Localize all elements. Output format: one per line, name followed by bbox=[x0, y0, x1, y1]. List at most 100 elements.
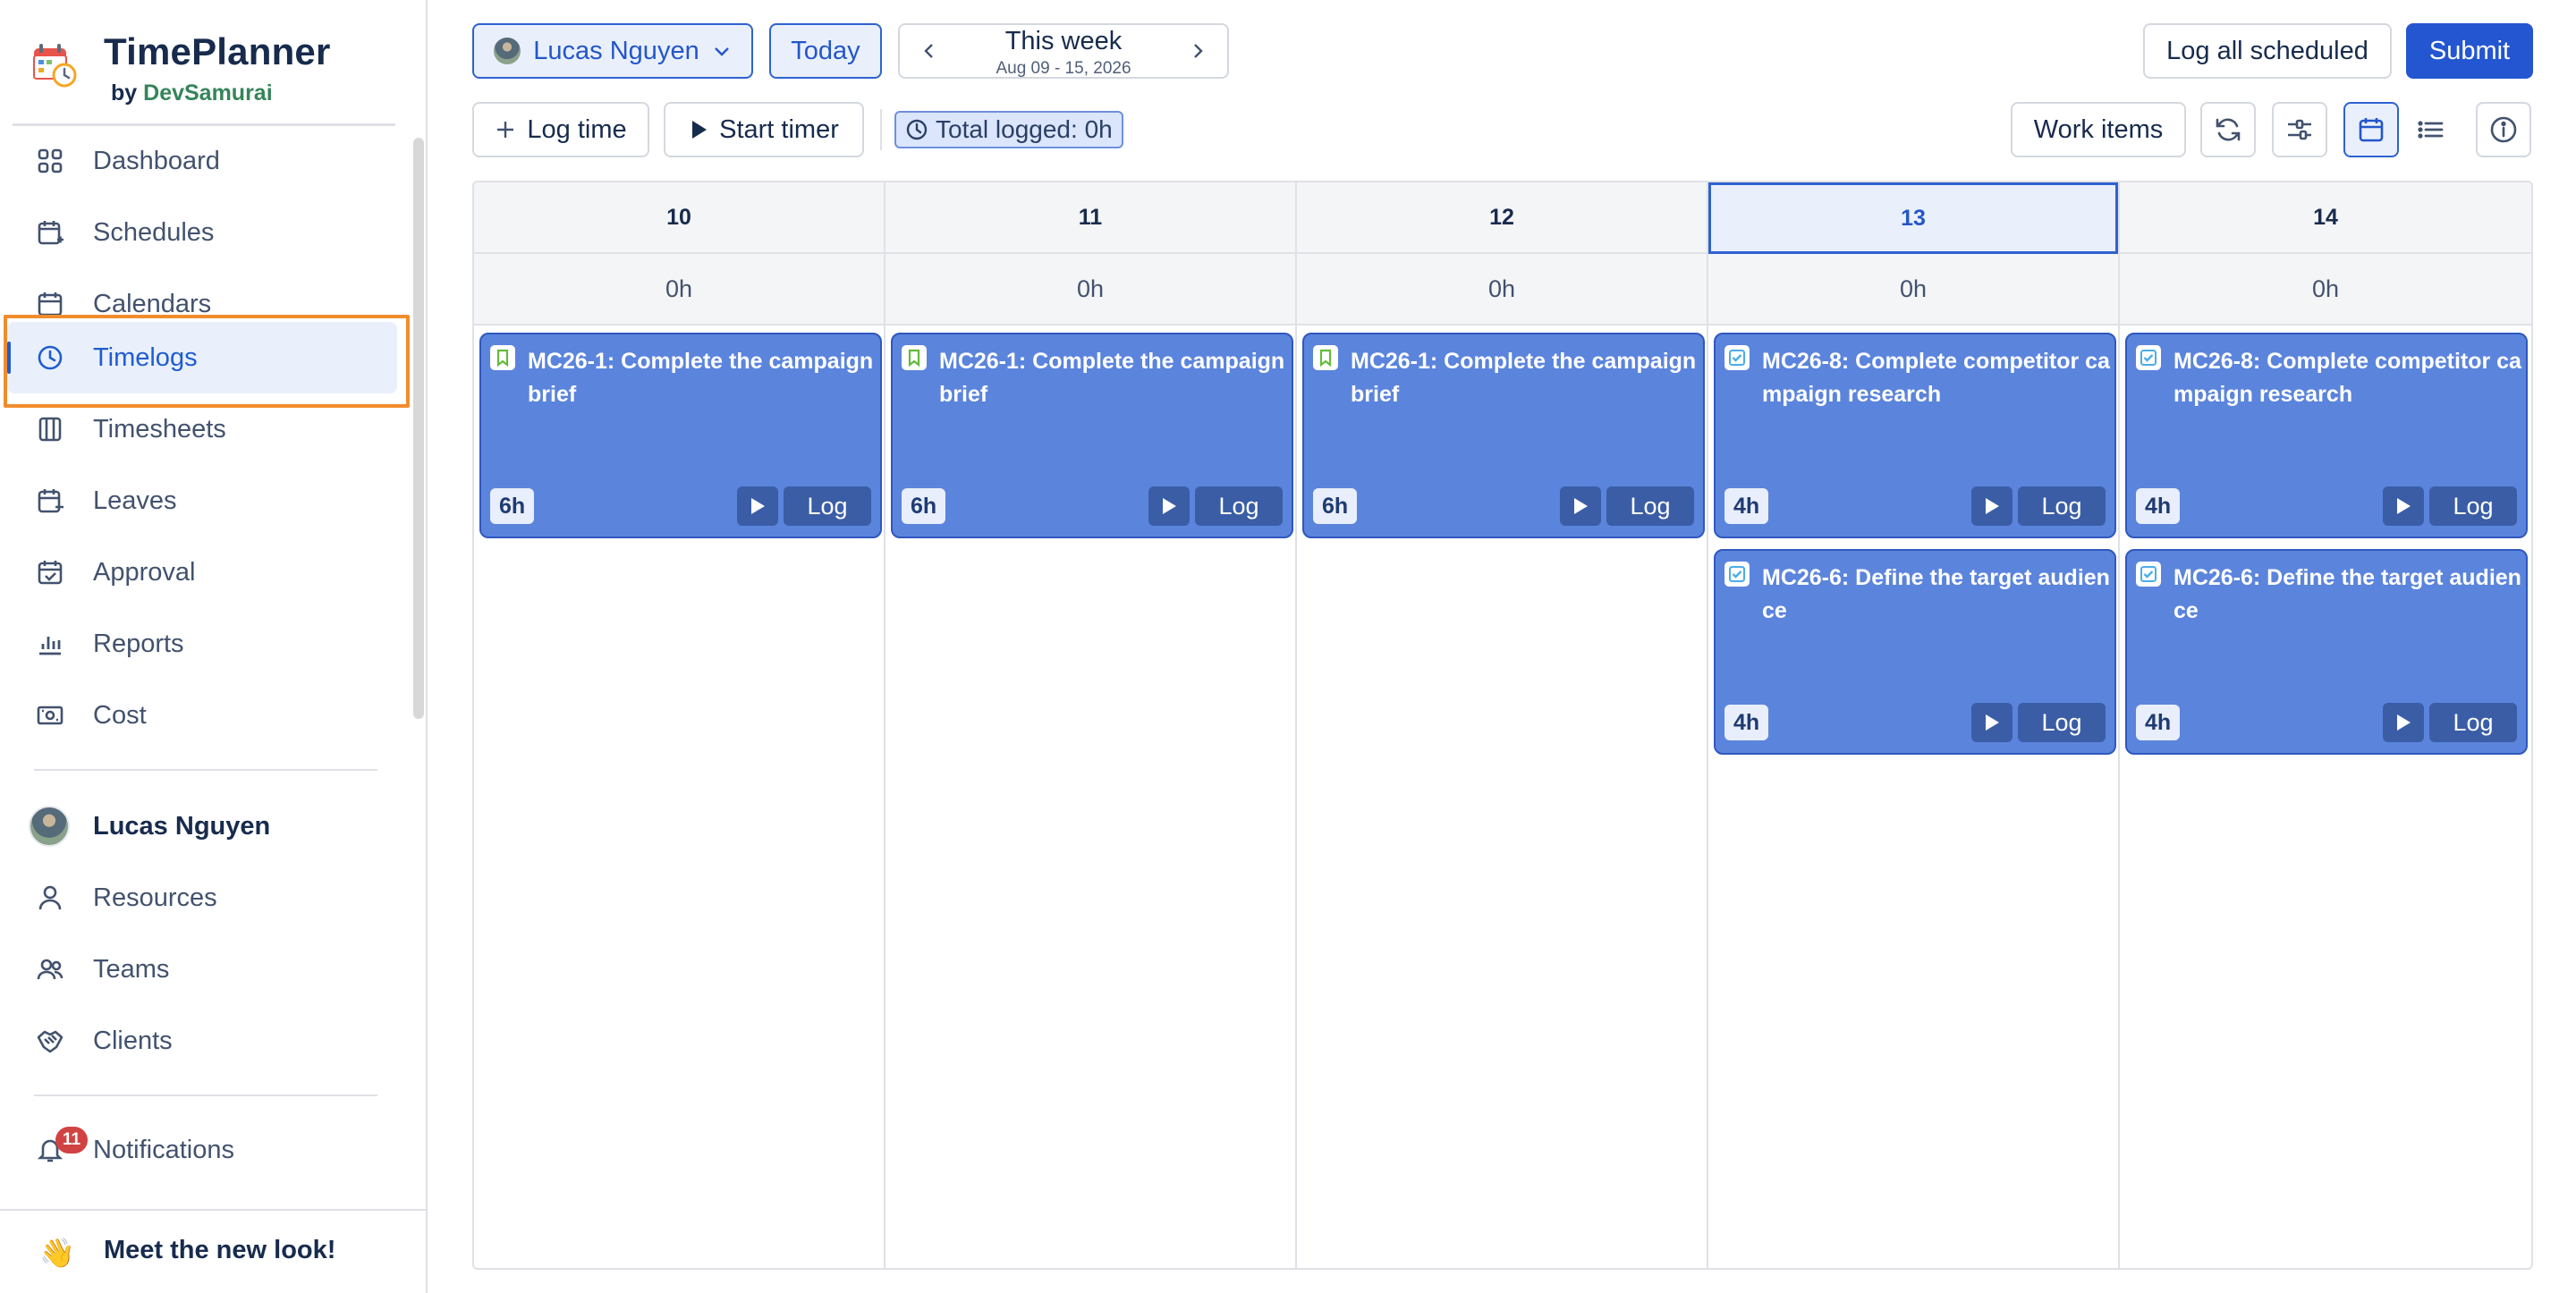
nav-divider bbox=[34, 1094, 377, 1096]
info-button[interactable] bbox=[2476, 102, 2531, 157]
estimate-badge: 4h bbox=[2136, 488, 2181, 524]
user-selector-label: Lucas Nguyen bbox=[533, 36, 699, 65]
play-icon bbox=[1574, 498, 1588, 514]
refresh-button[interactable] bbox=[2200, 102, 2256, 157]
start-timer-button[interactable] bbox=[1971, 486, 2012, 526]
worklog-card-title: MC26-6: Define the target audience bbox=[1762, 565, 2110, 623]
day-total: 0h bbox=[886, 254, 1295, 325]
waving-hand-icon: 👋 bbox=[39, 1237, 75, 1269]
worklog-card-title: MC26-1: Complete the campaign brief bbox=[939, 349, 1285, 407]
log-button[interactable]: Log bbox=[2018, 703, 2106, 742]
start-timer-label: Start timer bbox=[719, 114, 839, 144]
total-logged-badge: Total logged: 0h bbox=[894, 111, 1123, 148]
start-timer-button[interactable] bbox=[737, 486, 778, 526]
sidebar-item-schedules[interactable]: Schedules bbox=[7, 197, 397, 268]
log-button[interactable]: Log bbox=[2018, 486, 2106, 526]
worklog-card-title: MC26-8: Complete competitor campaign res… bbox=[2174, 349, 2521, 407]
sidebar-item-label: Resources bbox=[93, 883, 217, 912]
day-header: 13 bbox=[1708, 182, 2118, 254]
story-icon bbox=[1313, 345, 1338, 370]
sidebar-item-leaves[interactable]: Leaves bbox=[7, 465, 397, 537]
avatar bbox=[494, 38, 521, 64]
play-icon bbox=[2397, 714, 2411, 731]
log-all-scheduled-button[interactable]: Log all scheduled bbox=[2143, 23, 2392, 79]
work-items-button[interactable]: Work items bbox=[2011, 102, 2186, 157]
day-column[interactable]: 14 0h MC26-8: Complete competitor campaign… bbox=[2120, 182, 2531, 1268]
log-button[interactable]: Log bbox=[1606, 486, 1694, 526]
play-icon bbox=[1163, 498, 1176, 514]
list-view-button[interactable] bbox=[2402, 102, 2458, 157]
sidebar-item-dashboard[interactable]: Dashboard bbox=[7, 125, 397, 197]
worklog-card-title: MC26-6: Define the target audience bbox=[2174, 565, 2521, 623]
worklog-card[interactable]: MC26-6: Define the target audience 4h Log bbox=[1714, 549, 2116, 755]
handshake-icon bbox=[34, 1025, 66, 1057]
start-timer-button[interactable] bbox=[2383, 486, 2424, 526]
sidebar-item-label: Leaves bbox=[93, 486, 177, 515]
play-icon bbox=[751, 498, 765, 514]
play-icon bbox=[1986, 714, 1999, 731]
log-button[interactable]: Log bbox=[1195, 486, 1283, 526]
estimate-badge: 4h bbox=[1724, 488, 1769, 524]
sidebar-item-label: Timesheets bbox=[93, 414, 226, 444]
sidebar-item-label: Dashboard bbox=[93, 146, 220, 175]
approval-icon bbox=[34, 556, 66, 588]
sidebar-item-cost[interactable]: Cost bbox=[7, 680, 397, 751]
sidebar-item-timesheets[interactable]: Timesheets bbox=[7, 393, 397, 465]
avatar bbox=[29, 806, 70, 847]
task-icon bbox=[2136, 345, 2161, 370]
person-icon bbox=[34, 882, 66, 914]
start-timer-button[interactable]: Start timer bbox=[664, 102, 864, 157]
day-column[interactable]: 11 0h MC26-1: Complete the campaign brief 6… bbox=[886, 182, 1297, 1268]
user-selector[interactable]: Lucas Nguyen bbox=[472, 23, 753, 79]
next-week-button[interactable] bbox=[1174, 25, 1222, 77]
sidebar-item-user[interactable]: Lucas Nguyen bbox=[7, 790, 397, 862]
worklog-card[interactable]: MC26-8: Complete competitor campaign res… bbox=[1714, 333, 2116, 538]
leave-icon bbox=[34, 485, 66, 517]
day-column[interactable]: 13 0h MC26-8: Complete competitor campaign… bbox=[1708, 182, 2120, 1268]
story-icon bbox=[490, 345, 515, 370]
worklog-card[interactable]: MC26-1: Complete the campaign brief 6h Log bbox=[479, 333, 882, 538]
log-button[interactable]: Log bbox=[784, 486, 871, 526]
reports-icon bbox=[34, 628, 66, 660]
sidebar-item-approval[interactable]: Approval bbox=[7, 537, 397, 608]
calendar-icon bbox=[34, 288, 66, 320]
sidebar-item-clients[interactable]: Clients bbox=[7, 1005, 397, 1077]
start-timer-button[interactable] bbox=[1971, 703, 2012, 742]
whats-new-banner[interactable]: 👋 Meet the new look! bbox=[0, 1209, 426, 1293]
sidebar-item-resources[interactable]: Resources bbox=[7, 862, 397, 934]
info-icon bbox=[2490, 116, 2517, 143]
schedule-icon bbox=[34, 216, 66, 249]
day-header: 10 bbox=[474, 182, 884, 254]
list-icon bbox=[2418, 121, 2444, 139]
worklog-card[interactable]: MC26-1: Complete the campaign brief 6h Log bbox=[1302, 333, 1705, 538]
brand-subtitle: by DevSamurai bbox=[111, 80, 273, 106]
log-button[interactable]: Log bbox=[2429, 486, 2517, 526]
task-icon bbox=[1724, 345, 1750, 370]
day-column[interactable]: 10 0h MC26-1: Complete the campaign brief 6… bbox=[474, 182, 886, 1268]
start-timer-button[interactable] bbox=[2383, 703, 2424, 742]
day-header: 12 bbox=[1297, 182, 1707, 254]
worklog-card[interactable]: MC26-1: Complete the campaign brief 6h Log bbox=[891, 333, 1293, 538]
sidebar-item-teams[interactable]: Teams bbox=[7, 934, 397, 1005]
filters-button[interactable] bbox=[2272, 102, 2327, 157]
brand[interactable]: TimePlanner by DevSamurai bbox=[30, 27, 424, 116]
log-button[interactable]: Log bbox=[2429, 703, 2517, 742]
sidebar-item-timelogs[interactable]: Timelogs bbox=[7, 322, 397, 393]
day-total: 0h bbox=[1297, 254, 1707, 325]
sidebar-item-notifications[interactable]: 11 Notifications bbox=[7, 1114, 397, 1186]
today-button[interactable]: Today bbox=[769, 23, 882, 79]
sidebar-item-label: Clients bbox=[93, 1026, 173, 1055]
sidebar: TimePlanner by DevSamurai Dashboard Sche… bbox=[0, 0, 428, 1293]
worklog-card[interactable]: MC26-6: Define the target audience 4h Log bbox=[2125, 549, 2528, 755]
calendar-view-button[interactable] bbox=[2343, 102, 2399, 157]
start-timer-button[interactable] bbox=[1148, 486, 1190, 526]
sidebar-scrollbar[interactable] bbox=[413, 138, 424, 719]
log-time-button[interactable]: Log time bbox=[472, 102, 649, 157]
submit-button[interactable]: Submit bbox=[2406, 23, 2533, 79]
day-total: 0h bbox=[474, 254, 884, 325]
worklog-card[interactable]: MC26-8: Complete competitor campaign res… bbox=[2125, 333, 2528, 538]
sidebar-item-label: Schedules bbox=[93, 217, 215, 247]
sidebar-item-reports[interactable]: Reports bbox=[7, 608, 397, 680]
start-timer-button[interactable] bbox=[1560, 486, 1601, 526]
day-column[interactable]: 12 0h MC26-1: Complete the campaign brief 6… bbox=[1297, 182, 1708, 1268]
